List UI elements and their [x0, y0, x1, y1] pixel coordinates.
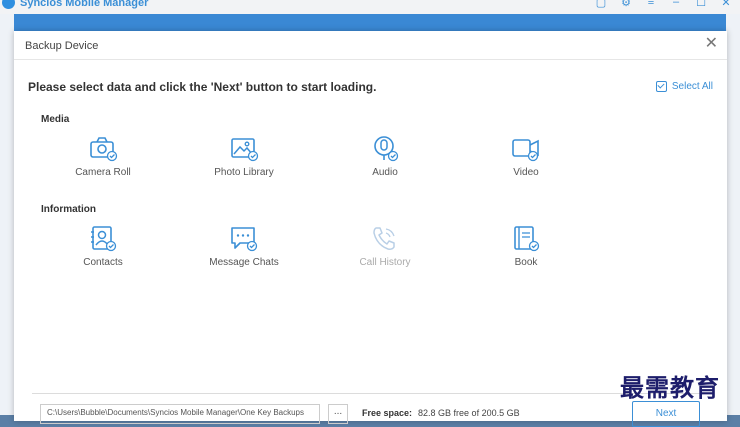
phone-icon [373, 227, 395, 250]
select-all-label: Select All [671, 81, 713, 92]
chat-icon[interactable]: ▢ [595, 0, 607, 9]
info-item-book[interactable]: Book [476, 225, 576, 268]
checkbox-icon [655, 81, 667, 92]
item-label: Audio [372, 167, 398, 178]
menu-icon[interactable]: ≡ [645, 0, 657, 9]
camera-icon [90, 137, 118, 162]
media-item-video[interactable]: Video [476, 135, 576, 178]
backup-device-dialog: Backup Device ✕ Please select data and c… [14, 31, 727, 427]
item-label: Camera Roll [75, 167, 131, 178]
dialog-close-button[interactable]: ✕ [705, 36, 718, 52]
close-icon[interactable]: ✕ [720, 0, 732, 9]
maximize-icon[interactable]: ☐ [695, 0, 707, 9]
minimize-icon[interactable]: – [670, 0, 682, 9]
app-sidebar-edge [0, 14, 14, 415]
app-right-edge [726, 14, 740, 415]
watermark-text: 最需教育 [620, 373, 720, 402]
section-information: Information [41, 204, 96, 215]
media-item-camera-roll[interactable]: Camera Roll [53, 135, 153, 178]
app-title: Syncios Mobile Manager [20, 0, 149, 9]
app-logo-icon [2, 0, 15, 9]
microphone-icon [374, 136, 399, 162]
contacts-icon [91, 226, 117, 252]
title-bar: Syncios Mobile Manager ▢ ⚙ ≡ – ☐ ✕ [0, 0, 740, 14]
gear-icon[interactable]: ⚙ [620, 0, 632, 9]
item-label: Video [513, 167, 539, 178]
message-icon [231, 227, 258, 252]
info-item-contacts[interactable]: Contacts [53, 225, 153, 268]
backup-path-field[interactable]: C:\Users\Bubble\Documents\Syncios Mobile… [40, 404, 320, 424]
photo-icon [231, 138, 259, 162]
dialog-title: Backup Device [25, 40, 99, 52]
section-media: Media [41, 114, 70, 125]
item-label: Contacts [83, 257, 123, 268]
next-button[interactable]: Next [632, 401, 700, 427]
free-space-info: Free space: 82.8 GB free of 200.5 GB [362, 408, 520, 418]
select-all-checkbox[interactable]: Select All [655, 81, 713, 92]
media-item-photo-library[interactable]: Photo Library [194, 135, 294, 178]
item-label: Call History [359, 257, 411, 268]
instruction-text: Please select data and click the 'Next' … [28, 80, 377, 94]
media-item-audio[interactable]: Audio [335, 135, 435, 178]
info-item-call-history[interactable]: Call History [335, 225, 435, 268]
info-item-message-chats[interactable]: Message Chats [194, 225, 294, 268]
item-label: Book [514, 257, 538, 268]
footer-divider [32, 393, 712, 394]
book-icon [514, 226, 540, 252]
browse-button[interactable]: ... [328, 404, 348, 424]
free-space-label: Free space: [362, 408, 413, 418]
video-icon [512, 139, 539, 162]
dialog-header: Backup Device ✕ [14, 31, 727, 60]
item-label: Message Chats [209, 257, 279, 268]
item-label: Photo Library [214, 167, 274, 178]
free-space-value: 82.8 GB free of 200.5 GB [418, 408, 520, 418]
